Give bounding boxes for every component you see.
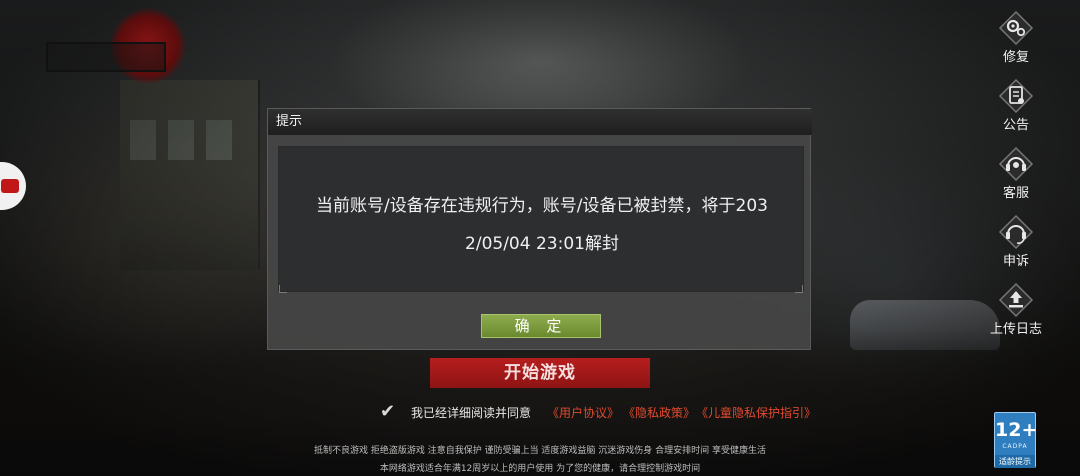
service-label: 客服 [1002, 186, 1029, 201]
dialog-message-line2: 2/05/04 23:01解封 [465, 234, 619, 254]
notice-icon [998, 78, 1034, 114]
appeal-headset-icon [998, 214, 1034, 250]
health-notice-line2: 本网络游戏适合年满12周岁以上的用户使用 为了您的健康，请合理控制游戏时间 [379, 464, 701, 474]
appeal-label: 申诉 [1002, 254, 1029, 269]
headset-icon [998, 146, 1034, 182]
age-rating-org: CADPA [1002, 443, 1028, 450]
repair-button[interactable]: 修复 [984, 10, 1048, 68]
start-game-button[interactable]: 开始游戏 [430, 358, 650, 388]
checkmark-icon: ✔ [380, 401, 396, 422]
user-agreement-link[interactable]: 《用户协议》 [547, 404, 619, 421]
gear-icon [998, 10, 1034, 46]
dialog-message: 当前账号/设备存在违规行为，账号/设备已被封禁，将于203 2/05/04 23… [279, 187, 805, 263]
agreement-text: 我已经详细阅读并同意 [411, 406, 532, 420]
upload-icon [998, 282, 1034, 318]
dialog-message-line1: 当前账号/设备存在违规行为，账号/设备已被封禁，将于203 [316, 196, 768, 216]
ban-notice-dialog: 提示 当前账号/设备存在违规行为，账号/设备已被封禁，将于203 2/05/04… [267, 108, 812, 350]
logo-plate [46, 42, 166, 72]
service-button[interactable]: 客服 [984, 146, 1048, 204]
age-rating-tip: 适龄提示 [995, 455, 1035, 468]
privacy-policy-link[interactable]: 《隐私政策》 [623, 404, 695, 421]
upload-log-label: 上传日志 [989, 322, 1042, 337]
confirm-button[interactable]: 确 定 [481, 314, 601, 338]
age-rating-badge[interactable]: 12+ CADPA 适龄提示 [994, 412, 1038, 468]
repair-label: 修复 [1002, 50, 1029, 65]
notice-button[interactable]: 公告 [984, 78, 1048, 136]
side-tab-icon [1, 179, 19, 193]
notice-label: 公告 [1002, 118, 1029, 133]
dialog-title: 提示 [268, 109, 812, 135]
child-privacy-link[interactable]: 《儿童隐私保护指引》 [696, 404, 816, 421]
dialog-corner-left [279, 285, 287, 293]
game-logo [46, 6, 198, 88]
age-rating-number: 12+ [995, 419, 1038, 441]
agreement-checkbox[interactable]: ✔ [380, 402, 402, 422]
dialog-body: 当前账号/设备存在违规行为，账号/设备已被封禁，将于203 2/05/04 23… [278, 146, 805, 293]
appeal-button[interactable]: 申诉 [984, 214, 1048, 272]
health-notice-line1: 抵制不良游戏 拒绝盗版游戏 注意自我保护 谨防受骗上当 适度游戏益脑 沉迷游戏伤… [313, 446, 767, 456]
upload-log-button[interactable]: 上传日志 [984, 282, 1048, 340]
dialog-corner-right [795, 285, 803, 293]
